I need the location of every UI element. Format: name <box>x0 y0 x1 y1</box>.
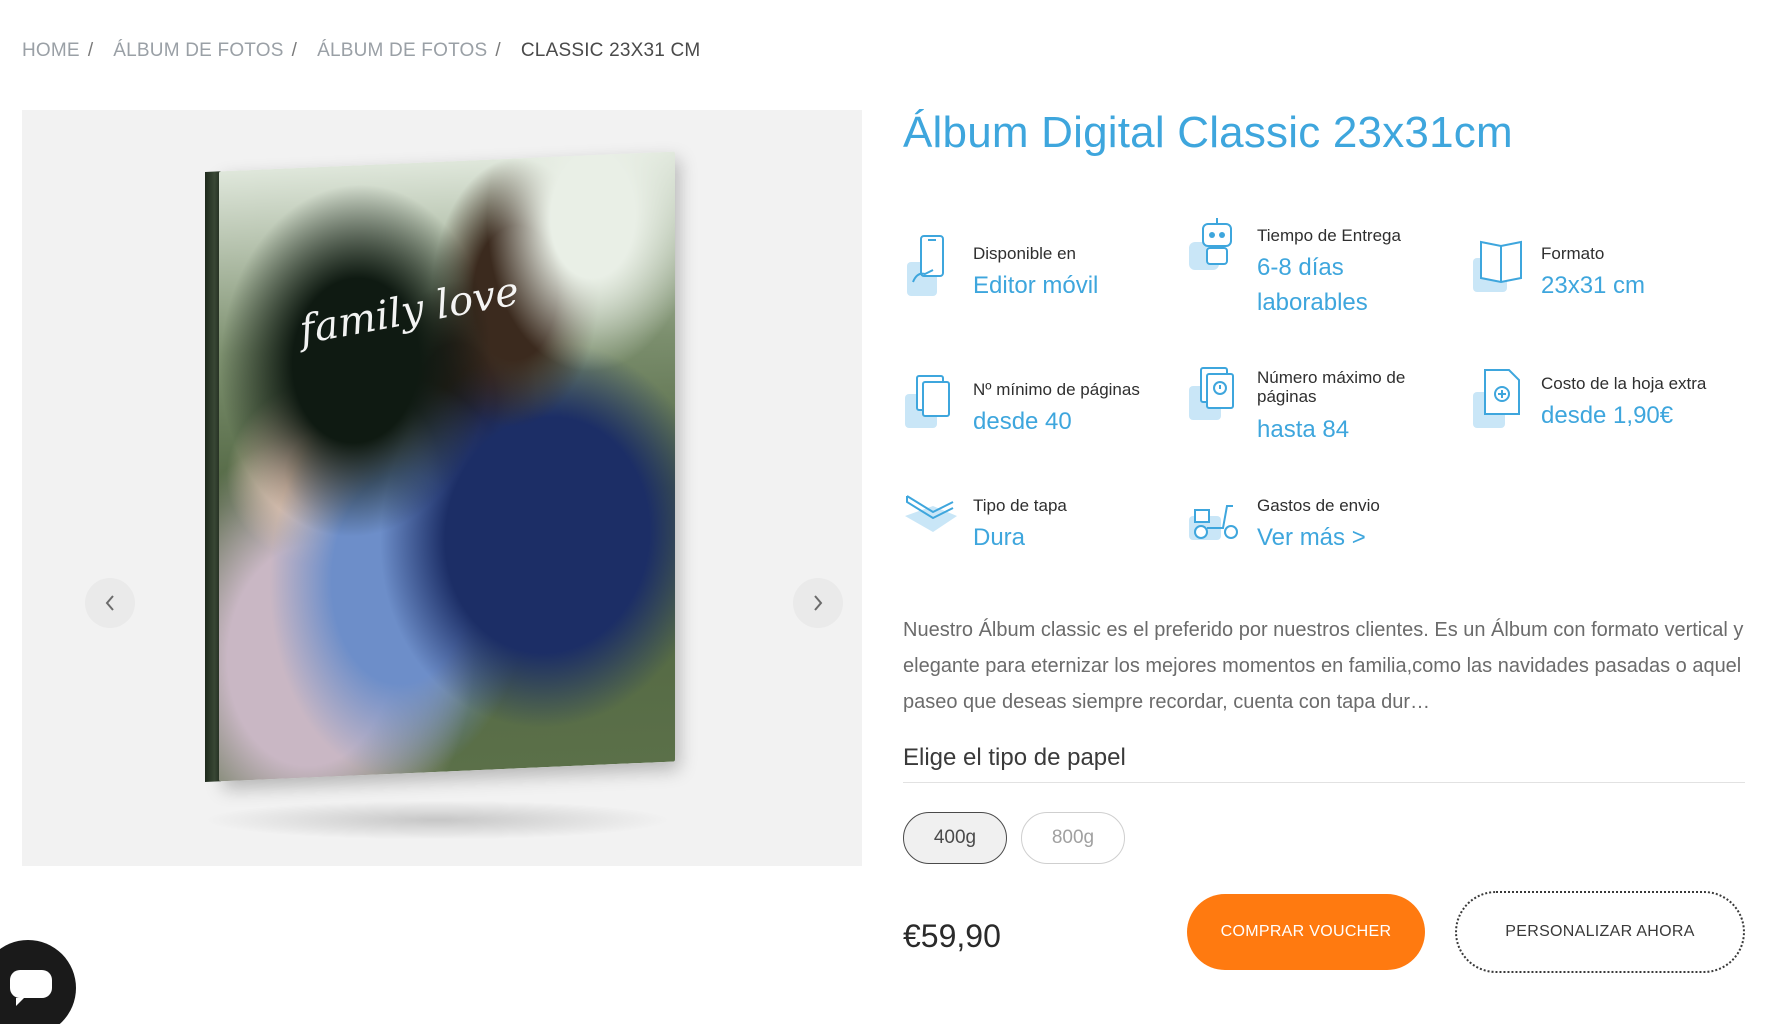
feature-value: 6-8 días laborables <box>1257 254 1368 316</box>
product-description: Nuestro Álbum classic es el preferido po… <box>903 619 1744 713</box>
chat-button[interactable] <box>0 940 76 1024</box>
feature-label: Tipo de tapa <box>973 496 1067 515</box>
robot-icon <box>1189 218 1232 270</box>
book-cover-photo: family love <box>219 151 675 782</box>
feature-label: Número máximo de páginas <box>1257 368 1406 406</box>
product-price: €59,90 <box>903 918 1001 954</box>
personalize-now-button[interactable]: PERSONALIZAR AHORA <box>1455 891 1745 973</box>
breadcrumb-separator: / <box>87 40 94 61</box>
paper-option-800g[interactable]: 800g <box>1021 812 1125 864</box>
hardcover-icon <box>905 495 957 532</box>
chat-bubble-icon <box>10 970 52 1006</box>
feature-label: Costo de la hoja extra <box>1541 374 1707 393</box>
breadcrumb-album-de-fotos[interactable]: ÁLBUM DE FOTOS <box>113 40 283 62</box>
feature-label: Nº mínimo de páginas <box>973 380 1140 399</box>
breadcrumb-home[interactable]: HOME <box>22 40 80 62</box>
feature-label: Formato <box>1541 244 1605 263</box>
shipping-more-link[interactable]: Ver más > <box>1257 520 1366 555</box>
pages-stack-icon <box>905 375 950 428</box>
buy-voucher-button[interactable]: COMPRAR VOUCHER <box>1187 894 1425 970</box>
feature-label: Gastos de envio <box>1257 496 1380 515</box>
feature-value: desde 1,90€ <box>1541 402 1674 429</box>
chevron-right-icon <box>814 595 823 611</box>
feature-value: Editor móvil <box>973 272 1099 299</box>
product-gallery: family love <box>22 110 862 866</box>
product-title: Álbum Digital Classic 23x31cm <box>903 108 1513 157</box>
gallery-prev-button[interactable] <box>85 578 135 628</box>
divider <box>903 782 1745 783</box>
paper-type-title: Elige el tipo de papel <box>903 744 1126 771</box>
feature-value: Dura <box>973 524 1026 551</box>
breadcrumb-separator: / <box>495 40 501 61</box>
book-shadow <box>202 800 672 840</box>
feature-label: Tiempo de Entrega <box>1257 226 1401 245</box>
feature-value: 23x31 cm <box>1541 272 1646 299</box>
open-book-icon <box>1473 240 1522 292</box>
breadcrumb-separator: / <box>291 40 298 61</box>
breadcrumb: HOME / ÁLBUM DE FOTOS / ÁLBUM DE FOTOS /… <box>22 40 700 62</box>
add-page-icon <box>1473 369 1520 428</box>
cover-text: family love <box>296 268 522 354</box>
feature-value: hasta 84 <box>1257 416 1350 443</box>
breadcrumb-album-de-fotos-2[interactable]: ÁLBUM DE FOTOS <box>317 40 487 62</box>
chevron-left-icon <box>105 595 114 611</box>
pages-info-icon <box>1189 367 1234 420</box>
mobile-phone-icon <box>907 235 944 296</box>
gallery-next-button[interactable] <box>793 578 843 628</box>
scooter-icon <box>1189 505 1238 540</box>
feature-label: Disponible en <box>973 244 1077 263</box>
breadcrumb-current: CLASSIC 23X31 CM <box>520 40 701 61</box>
product-image: family love <box>205 151 675 783</box>
paper-option-400g[interactable]: 400g <box>903 812 1007 864</box>
feature-value: desde 40 <box>973 408 1072 435</box>
